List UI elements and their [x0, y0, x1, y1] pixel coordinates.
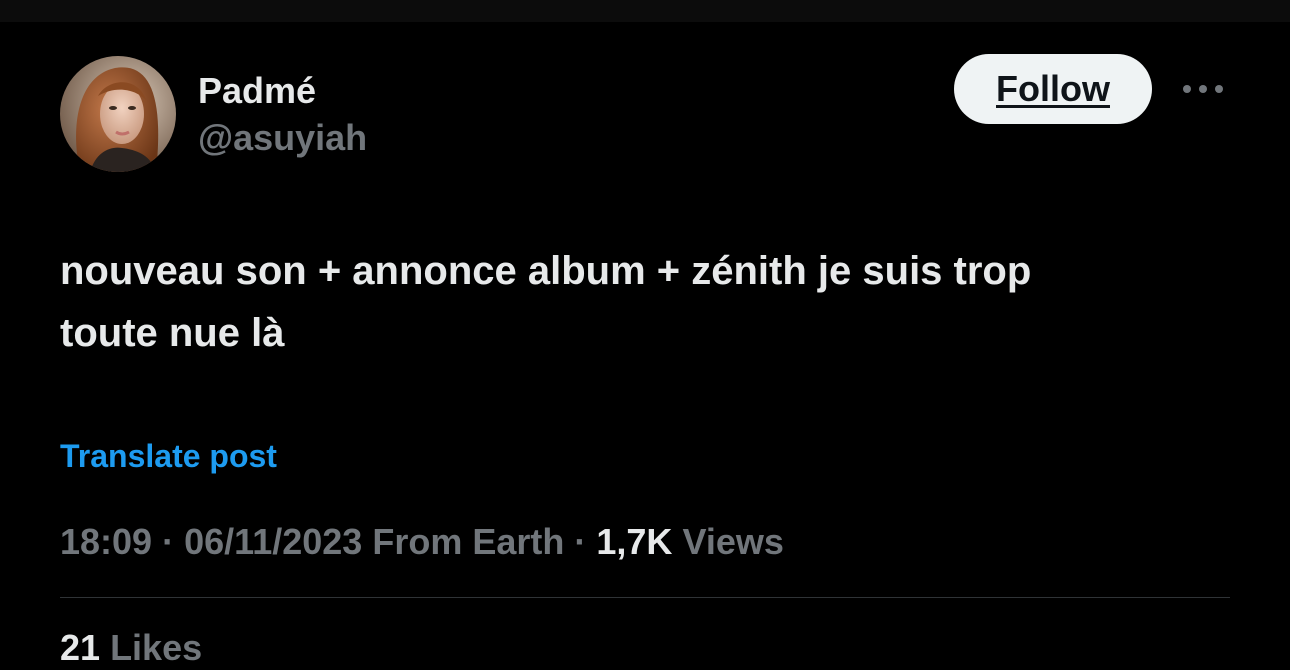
- top-bar: [0, 0, 1290, 22]
- likes-link[interactable]: 21 Likes: [60, 626, 202, 670]
- dot-icon: [1183, 85, 1191, 93]
- post-date[interactable]: 06/11/2023: [184, 521, 362, 562]
- views-count: 1,7K: [596, 521, 673, 562]
- dot-icon: [1199, 85, 1207, 93]
- author-handle[interactable]: @asuyiah: [198, 117, 367, 159]
- meta-separator: ·: [574, 521, 587, 562]
- meta-separator: ·: [162, 521, 175, 562]
- author-name[interactable]: Padmé: [198, 70, 316, 112]
- post-text: nouveau son + annonce album + zénith je …: [60, 240, 1220, 364]
- likes-label: Likes: [110, 627, 203, 668]
- post-text-line: nouveau son + annonce album + zénith je …: [60, 249, 1032, 293]
- avatar[interactable]: [60, 56, 176, 172]
- follow-button[interactable]: Follow: [954, 54, 1152, 124]
- likes-count: 21: [60, 627, 101, 668]
- dot-icon: [1215, 85, 1223, 93]
- avatar-image: [60, 56, 176, 172]
- divider: [60, 597, 1230, 598]
- translate-post-link[interactable]: Translate post: [60, 436, 277, 476]
- post-text-line: toute nue là: [60, 311, 285, 355]
- post-location: From Earth: [372, 521, 565, 562]
- views-label: Views: [682, 521, 784, 562]
- post-meta: 18:09 · 06/11/2023 From Earth · 1,7K Vie…: [60, 520, 784, 564]
- more-options-icon[interactable]: [1178, 74, 1228, 104]
- post-time[interactable]: 18:09: [60, 521, 152, 562]
